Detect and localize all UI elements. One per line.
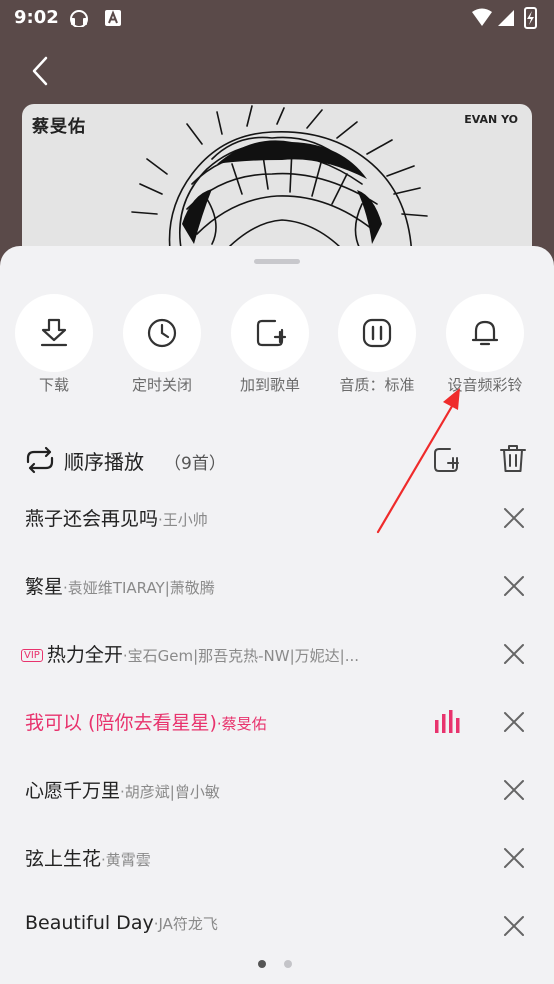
song-artist: ·袁娅维TIARAY|萧敬腾	[63, 579, 215, 597]
song-title-wrap: VIP 热力全开·宝石Gem|那吾克热-NW|万妮达|...	[21, 640, 359, 667]
system-status-icons	[472, 7, 537, 29]
add-to-playlist-label: 加到歌单	[239, 376, 300, 394]
sleep-timer-button-circle[interactable]	[123, 294, 201, 372]
text-app-icon	[105, 10, 121, 26]
remove-song-icon[interactable]	[503, 643, 525, 665]
album-brand-text: EVAN YO	[464, 113, 518, 126]
song-row[interactable]: 弦上生花·黄霄雲	[0, 824, 554, 892]
music-app-icon	[70, 10, 88, 27]
remove-song-icon[interactable]	[503, 575, 525, 597]
download-icon	[40, 318, 68, 347]
action-row: 下载 定时关闭 加到歌单 音质：标准 设音频彩铃	[0, 294, 554, 404]
play-mode-label: 顺序播放	[64, 450, 144, 474]
song-row-now-playing[interactable]: 我可以 (陪你去看星星)·蔡旻佑	[0, 688, 554, 756]
vip-badge: VIP	[21, 649, 43, 662]
trash-icon[interactable]	[499, 444, 527, 474]
song-title-wrap: 繁星·袁娅维TIARAY|萧敬腾	[25, 572, 215, 599]
song-artist: ·黄霄雲	[101, 851, 151, 869]
song-row[interactable]: Beautiful Day·JA符龙飞	[0, 892, 554, 960]
remove-song-icon[interactable]	[503, 915, 525, 937]
add-to-playlist-button[interactable]: 加到歌单	[215, 294, 325, 404]
song-title-wrap: 弦上生花·黄霄雲	[25, 844, 151, 871]
download-button-circle[interactable]	[15, 294, 93, 372]
sleep-timer-label: 定时关闭	[131, 376, 192, 394]
remove-song-icon[interactable]	[503, 507, 525, 529]
album-portrait-artwork	[131, 105, 428, 264]
song-title: 热力全开	[46, 644, 123, 666]
status-bar: 9:02	[0, 0, 554, 36]
song-title-wrap: 心愿千万里·胡彦斌|曾小敏	[25, 776, 220, 803]
song-title-wrap: 我可以 (陪你去看星星)·蔡旻佑	[25, 708, 267, 735]
remove-song-icon[interactable]	[503, 711, 525, 733]
page-dot	[284, 960, 292, 968]
playlist-sheet: 下载 定时关闭 加到歌单 音质：标准 设音频彩铃 顺序播放 （9首） 燕子还会再…	[0, 246, 554, 984]
add-to-playlist-icon	[256, 319, 287, 347]
song-title-wrap: Beautiful Day·JA符龙飞	[25, 912, 218, 934]
repeat-icon	[26, 446, 54, 474]
status-time: 9:02	[14, 7, 59, 28]
song-artist: ·宝石Gem|那吾克热-NW|万妮达|...	[122, 647, 360, 665]
album-artist-text: 蔡旻佑	[32, 117, 86, 137]
album-cover: 蔡旻佑 EVAN YO	[22, 104, 532, 264]
now-playing-equalizer-icon	[435, 710, 460, 733]
remove-song-icon[interactable]	[503, 847, 525, 869]
song-artist: ·胡彦斌|曾小敏	[120, 783, 220, 801]
page-dot-active	[258, 960, 266, 968]
song-row[interactable]: 繁星·袁娅维TIARAY|萧敬腾	[0, 552, 554, 620]
download-label: 下载	[38, 376, 69, 394]
song-title: 我可以 (陪你去看星星)	[25, 712, 217, 734]
song-row[interactable]: VIP 热力全开·宝石Gem|那吾克热-NW|万妮达|...	[0, 620, 554, 688]
add-to-playlist-button-circle[interactable]	[231, 294, 309, 372]
song-row[interactable]: 燕子还会再见吗·王小帅	[0, 484, 554, 552]
song-title: 心愿千万里	[25, 780, 121, 802]
download-button[interactable]: 下载	[0, 294, 109, 404]
clock-icon	[147, 318, 177, 348]
audio-quality-button-circle[interactable]	[338, 294, 416, 372]
bell-icon	[471, 320, 499, 346]
sheet-drag-handle[interactable]	[254, 259, 300, 264]
song-row[interactable]: 心愿千万里·胡彦斌|曾小敏	[0, 756, 554, 824]
song-title: Beautiful Day	[25, 912, 154, 934]
song-count: （9首）	[164, 454, 226, 474]
song-artist: ·蔡旻佑	[216, 715, 267, 733]
audio-quality-icon	[362, 318, 392, 348]
song-title: 燕子还会再见吗	[25, 508, 159, 530]
set-ringback-button-circle[interactable]	[446, 294, 524, 372]
song-title-wrap: 燕子还会再见吗·王小帅	[25, 504, 208, 531]
song-title: 弦上生花	[25, 848, 102, 870]
song-artist: ·JA符龙飞	[153, 915, 218, 933]
annotation-arrow	[376, 388, 460, 534]
sleep-timer-button[interactable]: 定时关闭	[107, 294, 217, 404]
back-chevron-icon[interactable]	[26, 54, 56, 88]
remove-song-icon[interactable]	[503, 779, 525, 801]
song-title: 繁星	[25, 576, 64, 598]
song-artist: ·王小帅	[158, 511, 208, 529]
